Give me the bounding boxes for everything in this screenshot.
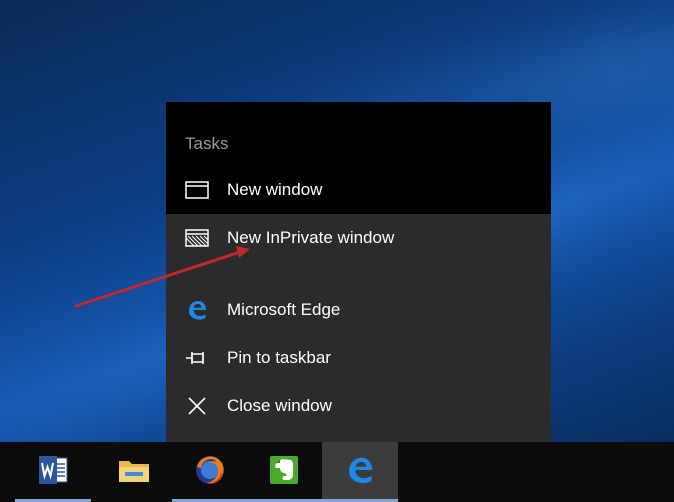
taskbar-firefox-button[interactable] (172, 442, 248, 502)
annotation-arrow (74, 246, 250, 308)
taskbar-word-button[interactable] (15, 442, 91, 502)
taskbar-edge-button[interactable] (322, 442, 398, 502)
taskbar-file-explorer-button[interactable] (96, 442, 172, 502)
firefox-icon (194, 454, 226, 491)
edge-icon (345, 455, 375, 490)
taskbar (0, 442, 674, 502)
evernote-icon (268, 454, 300, 491)
folder-icon (117, 456, 151, 489)
taskbar-evernote-button[interactable] (246, 442, 322, 502)
word-icon (37, 455, 69, 490)
